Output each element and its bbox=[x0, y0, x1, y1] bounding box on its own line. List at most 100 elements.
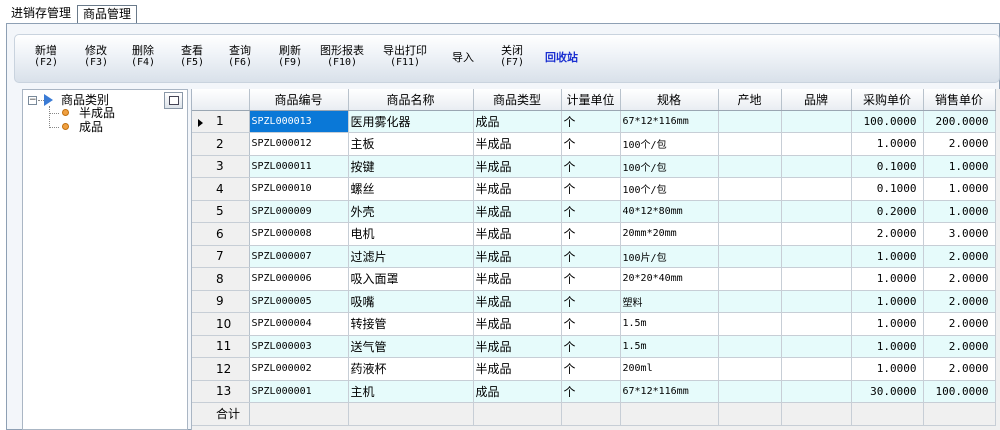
cell-type[interactable]: 半成品 bbox=[473, 222, 562, 246]
cell-brand[interactable] bbox=[781, 267, 852, 291]
cell-purchase-price[interactable]: 1.0000 bbox=[851, 245, 924, 268]
cell-type[interactable]: 成品 bbox=[473, 110, 562, 133]
cell-sale-price[interactable]: 2.0000 bbox=[923, 245, 996, 268]
cell-spec[interactable]: 67*12*116mm bbox=[620, 110, 719, 133]
recycle-bin-button[interactable]: 回收站 bbox=[545, 52, 578, 64]
cell-code[interactable]: SPZL000006 bbox=[249, 267, 349, 291]
cell-code[interactable]: SPZL000010 bbox=[249, 177, 349, 201]
close-button[interactable]: 关闭 (F7) bbox=[500, 45, 524, 69]
cell-brand[interactable] bbox=[781, 200, 852, 223]
import-button[interactable]: 导入 bbox=[452, 52, 474, 64]
cell-sale-price[interactable]: 2.0000 bbox=[923, 290, 996, 313]
cell-unit[interactable]: 个 bbox=[561, 380, 621, 403]
tree-node-semi-finished[interactable]: 半成品 bbox=[79, 106, 115, 120]
cell-unit[interactable]: 个 bbox=[561, 312, 621, 336]
cell-code[interactable]: SPZL000007 bbox=[249, 245, 349, 268]
cell-type[interactable]: 半成品 bbox=[473, 335, 562, 358]
query-button[interactable]: 查询 (F6) bbox=[228, 45, 252, 69]
cell-code[interactable]: SPZL000005 bbox=[249, 290, 349, 313]
cell-brand[interactable] bbox=[781, 155, 852, 178]
row-number[interactable]: 9 bbox=[192, 290, 250, 313]
table-row[interactable]: 5 SPZL000009 外壳 半成品个 40*12*80mm 0.2000 1.0000 bbox=[192, 200, 996, 223]
cell-type[interactable]: 半成品 bbox=[473, 290, 562, 313]
edit-button[interactable]: 修改 (F3) bbox=[84, 45, 108, 69]
cell-origin[interactable] bbox=[718, 155, 782, 178]
cell-sale-price[interactable]: 2.0000 bbox=[923, 312, 996, 336]
cell-spec[interactable]: 40*12*80mm bbox=[620, 200, 719, 223]
cell-unit[interactable]: 个 bbox=[561, 267, 621, 291]
cell-purchase-price[interactable]: 30.0000 bbox=[851, 380, 924, 403]
cell-spec[interactable]: 1.5m bbox=[620, 335, 719, 358]
tree-node-finished[interactable]: 成品 bbox=[79, 120, 103, 134]
tab-product-management[interactable]: 商品管理 bbox=[77, 5, 138, 24]
cell-unit[interactable]: 个 bbox=[561, 177, 621, 201]
cell-origin[interactable] bbox=[718, 245, 782, 268]
cell-purchase-price[interactable]: 1.0000 bbox=[851, 357, 924, 381]
column-header-name[interactable]: 商品名称 bbox=[348, 89, 474, 111]
cell-name[interactable]: 主板 bbox=[348, 132, 474, 156]
cell-code[interactable]: SPZL000012 bbox=[249, 132, 349, 156]
cell-unit[interactable]: 个 bbox=[561, 290, 621, 313]
cell-purchase-price[interactable]: 100.0000 bbox=[851, 110, 924, 133]
cell-type[interactable]: 成品 bbox=[473, 380, 562, 403]
cell-spec[interactable]: 塑料 bbox=[620, 290, 719, 313]
table-row[interactable]: 4 SPZL000010 螺丝 半成品个 100个/包 0.1000 1.0000 bbox=[192, 177, 996, 201]
cell-sale-price[interactable]: 1.0000 bbox=[923, 200, 996, 223]
row-number[interactable]: 6 bbox=[192, 222, 250, 246]
cell-brand[interactable] bbox=[781, 357, 852, 381]
cell-name[interactable]: 吸入面罩 bbox=[348, 267, 474, 291]
cell-origin[interactable] bbox=[718, 110, 782, 133]
cell-purchase-price[interactable]: 1.0000 bbox=[851, 267, 924, 291]
cell-type[interactable]: 半成品 bbox=[473, 312, 562, 336]
cell-purchase-price[interactable]: 1.0000 bbox=[851, 290, 924, 313]
cell-code[interactable]: SPZL000001 bbox=[249, 380, 349, 403]
cell-origin[interactable] bbox=[718, 132, 782, 156]
cell-origin[interactable] bbox=[718, 200, 782, 223]
column-header-origin[interactable]: 产地 bbox=[718, 89, 782, 111]
cell-brand[interactable] bbox=[781, 312, 852, 336]
cell-spec[interactable]: 20mm*20mm bbox=[620, 222, 719, 246]
table-row[interactable]: 6 SPZL000008 电机 半成品个 20mm*20mm 2.0000 3.0000 bbox=[192, 222, 996, 246]
row-number[interactable]: 8 bbox=[192, 267, 250, 291]
cell-sale-price[interactable]: 3.0000 bbox=[923, 222, 996, 246]
row-number[interactable]: 3 bbox=[192, 155, 250, 178]
cell-sale-price[interactable]: 1.0000 bbox=[923, 177, 996, 201]
table-row[interactable]: 9 SPZL000005 吸嘴 半成品个塑料 1.0000 2.0000 bbox=[192, 290, 996, 313]
table-row[interactable]: 12 SPZL000002 药液杯 半成品个 200ml 1.0000 2.0000 bbox=[192, 357, 996, 381]
cell-spec[interactable]: 100个/包 bbox=[620, 132, 719, 156]
cell-type[interactable]: 半成品 bbox=[473, 155, 562, 178]
cell-origin[interactable] bbox=[718, 335, 782, 358]
column-header-code[interactable]: 商品编号 bbox=[249, 89, 349, 111]
cell-type[interactable]: 半成品 bbox=[473, 357, 562, 381]
table-row[interactable]: 3 SPZL000011 按键 半成品个 100个/包 0.1000 1.0000 bbox=[192, 155, 996, 178]
cell-name[interactable]: 转接管 bbox=[348, 312, 474, 336]
cell-name[interactable]: 螺丝 bbox=[348, 177, 474, 201]
cell-spec[interactable]: 100个/包 bbox=[620, 177, 719, 201]
export-print-button[interactable]: 导出打印 (F11) bbox=[383, 45, 427, 69]
cell-sale-price[interactable]: 2.0000 bbox=[923, 132, 996, 156]
cell-code[interactable]: SPZL000003 bbox=[249, 335, 349, 358]
cell-origin[interactable] bbox=[718, 380, 782, 403]
column-header-purchase-price[interactable]: 采购单价 bbox=[851, 89, 924, 111]
cell-purchase-price[interactable]: 0.1000 bbox=[851, 177, 924, 201]
cell-unit[interactable]: 个 bbox=[561, 155, 621, 178]
cell-purchase-price[interactable]: 0.1000 bbox=[851, 155, 924, 178]
cell-brand[interactable] bbox=[781, 222, 852, 246]
table-row[interactable]: 1 SPZL000013 医用雾化器 成品个 67*12*116mm 100.0000 20… bbox=[192, 110, 996, 133]
cell-origin[interactable] bbox=[718, 312, 782, 336]
cell-spec[interactable]: 200ml bbox=[620, 357, 719, 381]
row-number[interactable]: 2 bbox=[192, 132, 250, 156]
cell-unit[interactable]: 个 bbox=[561, 132, 621, 156]
cell-origin[interactable] bbox=[718, 357, 782, 381]
tree-panel-icon[interactable] bbox=[164, 92, 183, 109]
cell-purchase-price[interactable]: 2.0000 bbox=[851, 222, 924, 246]
cell-spec[interactable]: 1.5m bbox=[620, 312, 719, 336]
refresh-button[interactable]: 刷新 (F9) bbox=[278, 45, 302, 69]
cell-sale-price[interactable]: 2.0000 bbox=[923, 357, 996, 381]
column-header-unit[interactable]: 计量单位 bbox=[561, 89, 621, 111]
chart-report-button[interactable]: 图形报表 (F10) bbox=[320, 45, 364, 69]
cell-purchase-price[interactable]: 0.2000 bbox=[851, 200, 924, 223]
cell-type[interactable]: 半成品 bbox=[473, 200, 562, 223]
cell-brand[interactable] bbox=[781, 380, 852, 403]
row-number[interactable]: 5 bbox=[192, 200, 250, 223]
